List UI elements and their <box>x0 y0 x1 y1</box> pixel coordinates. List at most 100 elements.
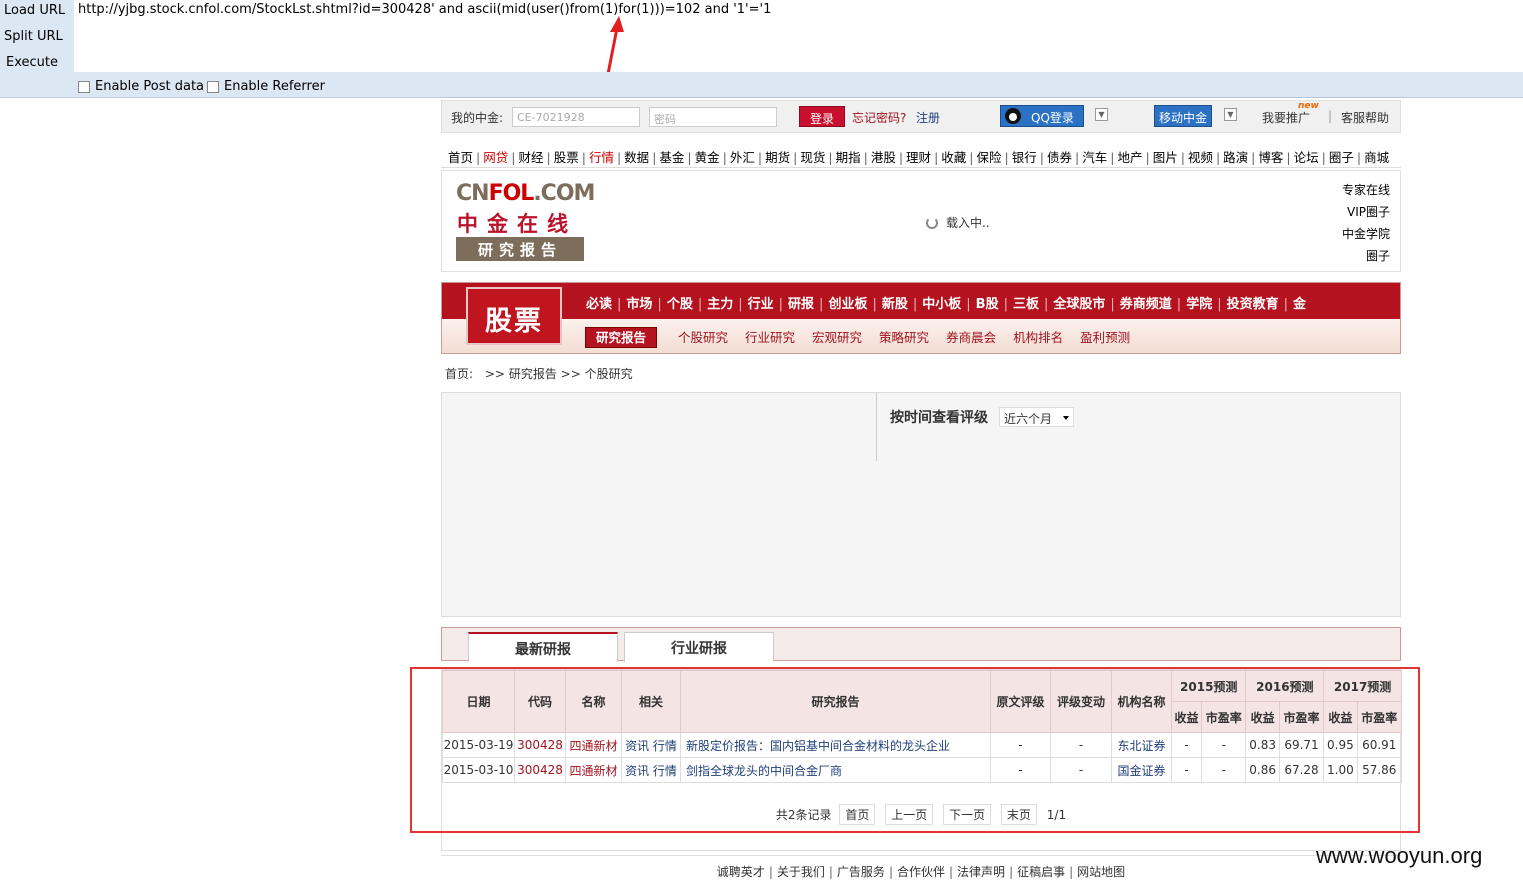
site-nav-item[interactable]: 商城 <box>1364 150 1389 165</box>
footer-links: 诚聘英才 | 关于我们 | 广告服务 | 合作伙伴 | 法律声明 | 征稿启事 | 网站地图 <box>441 855 1401 884</box>
username-input[interactable]: CE-7021928 <box>512 107 640 127</box>
site-nav-item[interactable]: 收藏 <box>941 150 966 165</box>
stock-nav-item[interactable]: 研报 <box>788 297 814 312</box>
stock-nav-item[interactable]: 全球股市 <box>1053 297 1105 312</box>
site-nav-item[interactable]: 股票 <box>554 150 579 165</box>
promote-link[interactable]: 我要推广 <box>1262 109 1310 126</box>
site-nav-item[interactable]: 地产 <box>1117 150 1142 165</box>
research-subnav-item[interactable]: 机构排名 <box>1013 330 1063 345</box>
forgot-password-link[interactable]: 忘记密码? <box>852 109 906 126</box>
period-select[interactable]: 近六个月 <box>999 407 1074 427</box>
referrer-checkbox[interactable]: Enable Referrer <box>207 79 325 94</box>
stock-nav-item[interactable]: 中小板 <box>922 297 961 312</box>
post-data-label: Enable Post data <box>95 79 205 94</box>
execute-button[interactable]: Execute <box>6 55 58 70</box>
header-right-link[interactable]: VIP圈子 <box>1342 201 1390 223</box>
research-subnav-item[interactable]: 券商晨会 <box>946 330 996 345</box>
breadcrumb-research[interactable]: 研究报告 <box>509 367 557 381</box>
stock-nav-item[interactable]: B股 <box>976 297 999 312</box>
site-nav-item[interactable]: 论坛 <box>1294 150 1319 165</box>
footer-link[interactable]: 诚聘英才 <box>717 865 765 879</box>
site-nav-item[interactable]: 理财 <box>906 150 931 165</box>
nav-separator: | <box>1321 150 1326 165</box>
stock-nav-item[interactable]: 必读 <box>586 297 612 312</box>
site-nav-item[interactable]: 银行 <box>1012 150 1037 165</box>
research-subnav-item[interactable]: 个股研究 <box>678 330 728 345</box>
qq-login-button[interactable]: QQ登录 <box>1000 105 1084 127</box>
mobile-cnfol-button[interactable]: 移动中金 <box>1154 105 1213 127</box>
site-nav-item[interactable]: 黄金 <box>695 150 720 165</box>
stock-nav-item[interactable]: 主力 <box>707 297 733 312</box>
site-nav-item[interactable]: 首页 <box>448 150 473 165</box>
footer-link[interactable]: 关于我们 <box>777 865 825 879</box>
site-nav-item[interactable]: 外汇 <box>730 150 755 165</box>
site-nav-item[interactable]: 网贷 <box>483 150 508 165</box>
loading-spinner-icon <box>926 217 938 229</box>
stock-nav-item[interactable]: 个股 <box>667 297 693 312</box>
stock-nav-item[interactable]: 新股 <box>882 297 908 312</box>
header-right-link[interactable]: 中金学院 <box>1342 223 1390 245</box>
research-subnav-item[interactable]: 盈利预测 <box>1080 330 1130 345</box>
site-nav-item[interactable]: 博客 <box>1258 150 1283 165</box>
help-link[interactable]: 客服帮助 <box>1341 109 1389 126</box>
site-nav-item[interactable]: 汽车 <box>1082 150 1107 165</box>
breadcrumb-home[interactable]: 首页: <box>445 367 473 381</box>
breadcrumb-stock-research: 个股研究 <box>584 367 633 381</box>
footer-link[interactable]: 法律声明 <box>957 865 1005 879</box>
qq-dropdown-icon[interactable]: ▼ <box>1095 108 1108 121</box>
nav-separator: | <box>1176 297 1182 312</box>
site-nav-item[interactable]: 基金 <box>659 150 684 165</box>
research-subnav-item[interactable]: 宏观研究 <box>812 330 862 345</box>
nav-separator: | <box>934 150 939 165</box>
stock-nav-item[interactable]: 市场 <box>626 297 652 312</box>
nav-separator: | <box>476 150 481 165</box>
stock-nav-item[interactable]: 学院 <box>1186 297 1212 312</box>
split-url-button[interactable]: Split URL <box>4 29 63 44</box>
site-nav-item[interactable]: 期指 <box>836 150 861 165</box>
stock-nav-item[interactable]: 投资教育 <box>1227 297 1279 312</box>
register-link[interactable]: 注册 <box>916 109 940 126</box>
post-data-checkbox[interactable]: Enable Post data <box>78 79 204 94</box>
tab-latest-reports[interactable]: 最新研报 <box>468 632 618 662</box>
footer-link[interactable]: 网站地图 <box>1077 865 1125 879</box>
logo-com: .COM <box>533 181 595 206</box>
loading-text: 载入中.. <box>946 216 990 230</box>
footer-link[interactable]: 合作伙伴 <box>897 865 945 879</box>
site-nav-item[interactable]: 圈子 <box>1329 150 1354 165</box>
research-subnav-item[interactable]: 行业研究 <box>745 330 795 345</box>
cnfol-logo[interactable]: CNFOL.COM <box>456 181 595 206</box>
site-nav-item[interactable]: 债券 <box>1047 150 1072 165</box>
tab-industry-reports[interactable]: 行业研报 <box>624 632 774 662</box>
subnav-research-report[interactable]: 研究报告 <box>585 327 658 348</box>
header-logo-area: CNFOL.COM 中金在线 研究报告 载入中.. 专家在线 VIP圈子 中金学院圈… <box>441 170 1401 272</box>
site-nav-item[interactable]: 财经 <box>518 150 543 165</box>
site-nav-item[interactable]: 港股 <box>871 150 896 165</box>
password-input[interactable]: 密码 <box>649 107 777 127</box>
nav-separator: | <box>966 297 971 312</box>
research-subnav-item[interactable]: 策略研究 <box>879 330 929 345</box>
mobile-dropdown-icon[interactable]: ▼ <box>1224 108 1237 121</box>
nav-separator: | <box>1217 297 1222 312</box>
site-nav-item[interactable]: 行情 <box>589 150 614 165</box>
stock-nav-item[interactable]: 创业板 <box>828 297 867 312</box>
stock-nav-item[interactable]: 三板 <box>1013 297 1039 312</box>
header-right-link[interactable]: 专家在线 <box>1342 179 1390 201</box>
footer-link[interactable]: 征稿启事 <box>1017 865 1065 879</box>
site-nav-item[interactable]: 数据 <box>624 150 649 165</box>
url-input[interactable]: http://yjbg.stock.cnfol.com/StockLst.sht… <box>78 2 771 17</box>
load-url-button[interactable]: Load URL <box>4 3 65 18</box>
header-right-link[interactable]: 圈子 <box>1342 245 1390 267</box>
site-nav-item[interactable]: 保险 <box>977 150 1002 165</box>
stock-nav-item[interactable]: 券商频道 <box>1120 297 1172 312</box>
stock-nav-item[interactable]: 金 <box>1293 297 1306 312</box>
stock-nav-item[interactable]: 行业 <box>748 297 774 312</box>
login-button[interactable]: 登录 <box>799 106 846 127</box>
footer-link[interactable]: 广告服务 <box>837 865 885 879</box>
site-nav-item[interactable]: 图片 <box>1153 150 1178 165</box>
site-nav-item[interactable]: 视频 <box>1188 150 1213 165</box>
checkbox-icon <box>78 80 90 93</box>
site-nav-item[interactable]: 路演 <box>1223 150 1248 165</box>
site-nav-item[interactable]: 现货 <box>800 150 825 165</box>
site-nav-item[interactable]: 期货 <box>765 150 790 165</box>
stock-channel-title[interactable]: 股票 <box>466 287 562 345</box>
